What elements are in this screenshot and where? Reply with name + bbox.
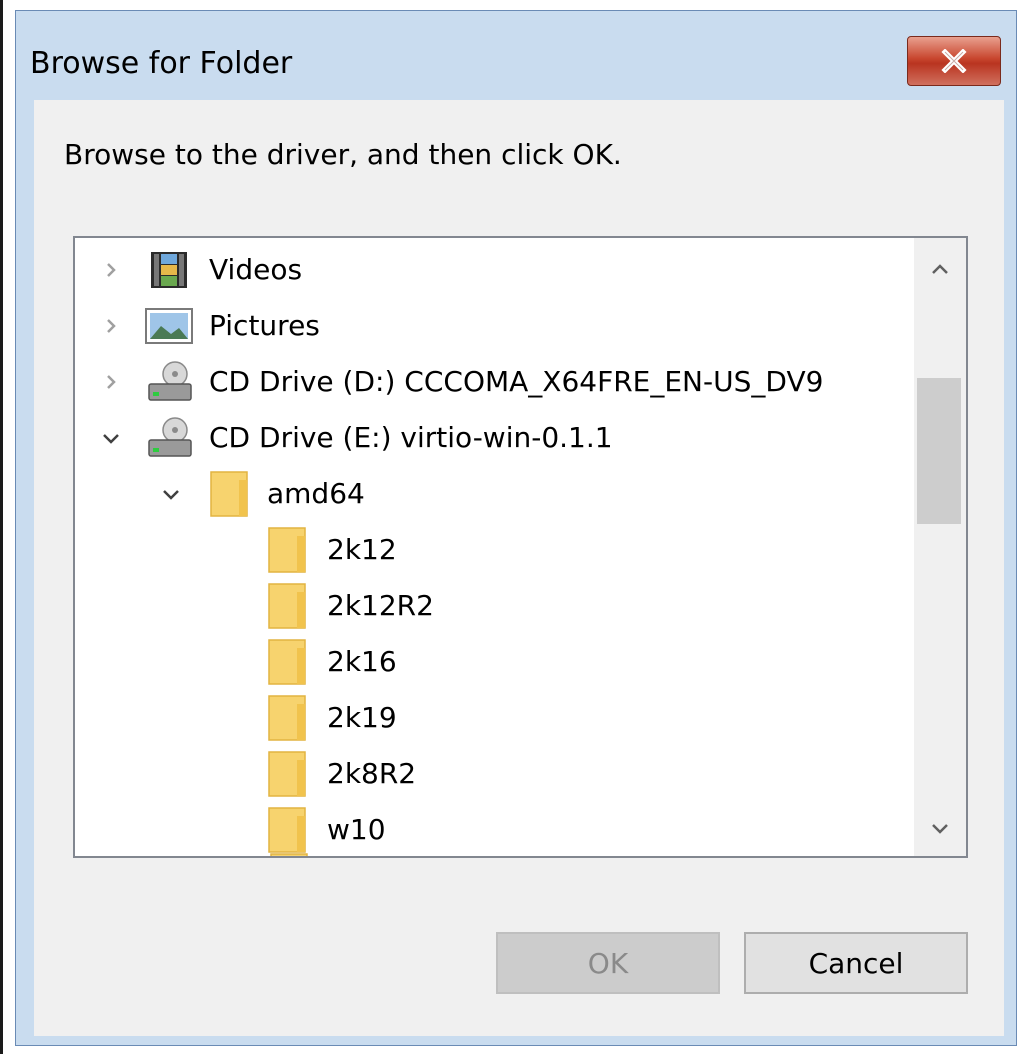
tree-item-label: 2k12 [327,533,397,566]
scroll-up-icon[interactable] [928,258,952,282]
chevron-right-icon[interactable] [101,372,121,392]
scrollbar-thumb[interactable] [917,378,961,524]
tree-item-label: 2k19 [327,701,397,734]
folder-icon [268,583,306,629]
close-button[interactable] [907,36,1001,86]
cd-drive-icon [148,361,192,401]
tree-item-label: 2k16 [327,645,397,678]
tree-scrollbar[interactable] [914,238,966,856]
pictures-icon [145,308,193,344]
tree-item-label: amd64 [267,477,365,510]
tree-item-label: Pictures [209,309,320,342]
chevron-down-icon[interactable] [101,428,121,448]
cd-drive-icon [148,417,192,457]
folder-tree[interactable]: Videos Pictures CD Drive (D:) CCCOMA_X64… [73,236,968,858]
videos-icon [151,252,187,288]
chevron-right-icon[interactable] [101,260,121,280]
chevron-right-icon[interactable] [101,316,121,336]
dialog-title: Browse for Folder [30,46,293,81]
scroll-down-icon[interactable] [928,816,952,840]
folder-icon [268,807,306,853]
folder-icon [268,695,306,741]
chevron-down-icon[interactable] [161,484,181,504]
close-icon [941,49,967,73]
ok-button[interactable]: OK [496,932,720,994]
tree-item-label: CD Drive (D:) CCCOMA_X64FRE_EN-US_DV9 [209,365,824,398]
folder-icon [268,639,306,685]
folder-icon [268,527,306,573]
folder-icon [268,751,306,797]
folder-icon [210,471,248,517]
tree-item-label: Videos [209,253,303,286]
tree-item-label: 2k12R2 [327,589,434,622]
background-window-edge [0,0,3,1054]
cancel-button[interactable]: Cancel [744,932,968,994]
folder-icon [270,853,308,856]
tree-item-label: CD Drive (E:) virtio-win-0.1.1 [209,421,613,454]
tree-item-label: 2k8R2 [327,757,417,790]
tree-item-label: w10 [327,813,386,846]
instruction-text: Browse to the driver, and then click OK. [64,138,622,171]
